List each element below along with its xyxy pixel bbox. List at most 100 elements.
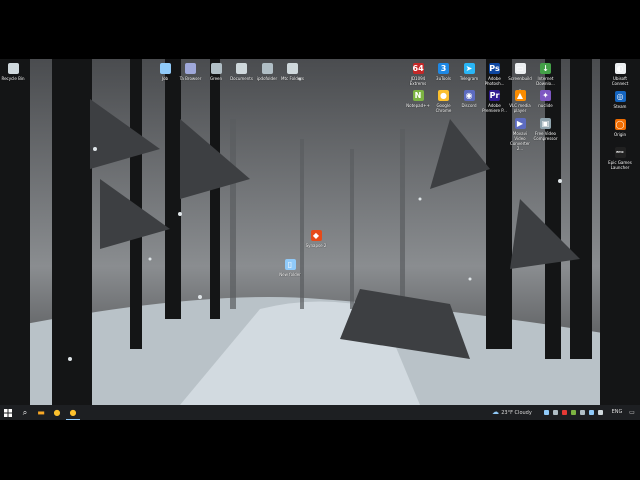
desktop-shortcut-internet-download[interactable]: ↓ Internet Downlo... (533, 63, 559, 86)
desktop-shortcut-chrome[interactable]: ● Google Chrome (431, 90, 457, 113)
desktop-shortcut-premiere[interactable]: Pr Adobe Premiere P... (482, 90, 508, 113)
shortcut-label: Adobe Photosh... (484, 76, 505, 86)
chrome-icon: ● (53, 408, 61, 417)
shortcut-label: Synapse 2 (305, 243, 327, 248)
movavi-icon: ▶ (514, 118, 526, 129)
desktop-shortcut-telegram[interactable]: ➤ Telegram (456, 63, 482, 81)
premiere-icon: Pr (489, 90, 500, 101)
tray-icon[interactable] (589, 410, 594, 415)
file-icon (185, 63, 196, 74)
shortcut-label: Documents (230, 76, 253, 81)
desktop-shortcut-recycle-bin[interactable]: Recycle Bin (0, 63, 26, 81)
tray-icon[interactable] (553, 410, 558, 415)
shortcut-label: JD1094 Extrems (409, 76, 427, 86)
telegram-icon: ➤ (463, 63, 475, 74)
shortcut-label: Recycle Bin (1, 76, 25, 81)
notifications-button[interactable]: ▭ (626, 405, 638, 420)
desktop-shortcut-photoshop[interactable]: Ps Adobe Photosh... (482, 63, 508, 86)
shortcut-label: nuclide (538, 103, 553, 108)
tray-icon[interactable] (598, 410, 603, 415)
desktop-shortcut-discord[interactable]: ◉ Discord (456, 90, 482, 108)
screen-icon: ▭ (514, 63, 526, 74)
language-indicator[interactable]: ENG (610, 405, 624, 420)
desktop-shortcut-file[interactable]: Green (203, 63, 229, 81)
taskbar-pinned-app[interactable]: ▬ (34, 405, 48, 420)
desktop-shortcut-file[interactable]: ipdofolder (254, 63, 280, 81)
desktop-shortcut-movavi[interactable]: ▶ Movavi Video Converter 2... (507, 118, 533, 151)
shortcut-label: Internet Downlo... (536, 76, 555, 86)
new-folder-icon: ▯ (284, 259, 296, 270)
steam-icon: ◎ (614, 91, 626, 102)
shortcut-label: Discord (461, 103, 477, 108)
weather-text: 23°F Cloudy (501, 410, 532, 416)
taskbar-pinned-app[interactable]: ● (50, 405, 64, 420)
vlc-icon: ▲ (514, 90, 526, 101)
ubisoft-icon: ◐ (614, 63, 626, 74)
shortcut-label: Screenbuild (508, 76, 532, 81)
desktop-shortcut-epic[interactable]: EPIC Epic Games Launcher (607, 147, 633, 170)
shortcut-label: VLC media player (509, 103, 531, 113)
tray-icon[interactable] (562, 410, 567, 415)
synapse-icon: ◆ (310, 230, 322, 241)
file-icon (261, 63, 273, 74)
search-icon: ⌕ (22, 408, 28, 417)
shortcut-label: Notepad++ (406, 103, 430, 108)
windows-start-button[interactable] (0, 405, 16, 420)
shortcut-label: 3uTools (436, 76, 451, 81)
desktop-shortcut-file[interactable]: Job (152, 63, 178, 81)
tray-icon[interactable] (571, 410, 576, 415)
file-icon (287, 63, 298, 74)
shortcut-label: Job (161, 76, 169, 81)
taskbar-pinned-app[interactable]: ● (66, 405, 80, 420)
desktop-shortcut-app-3u[interactable]: 3 3uTools (431, 63, 457, 81)
shortcut-label: Green (209, 76, 223, 81)
desktop-shortcut-file[interactable]: Ta Browser (178, 63, 204, 81)
epic-icon: EPIC (614, 147, 626, 158)
shortcut-label: Steam (613, 104, 627, 109)
desktop-shortcut-new-folder[interactable]: ▯ New folder (277, 259, 303, 277)
discord-icon: ◉ (463, 90, 475, 101)
windows-start-icon (4, 409, 12, 417)
desktop-shortcut-synapse[interactable]: ◆ Synapse 2 (303, 230, 329, 248)
tray-icon[interactable] (544, 410, 549, 415)
desktop-shortcut-file[interactable]: Documents (229, 63, 255, 81)
nuclide-icon: ✦ (540, 90, 551, 101)
shortcut-label: Google Chrome (435, 103, 452, 113)
desktop-shortcut-app-64[interactable]: 64 JD1094 Extrems (405, 63, 431, 86)
desktop-shortcut-notepad[interactable]: N Notepad++ (405, 90, 431, 108)
shortcut-label: Movavi Video Converter 2... (510, 131, 530, 151)
file-icon (210, 63, 222, 74)
search-button[interactable]: ⌕ (18, 405, 32, 420)
desktop-shortcut-steam[interactable]: ◎ Steam (607, 91, 633, 109)
letterbox-bottom (0, 420, 640, 480)
desktop-wallpaper[interactable]: Recycle Bin Job Ta Browser Green Documents ip… (0, 59, 640, 405)
notification-icon: ▭ (629, 409, 635, 416)
video-compressor-icon: ▣ (540, 118, 551, 129)
origin-icon: ◯ (614, 119, 626, 130)
shortcut-label: Telegram (459, 76, 479, 81)
shortcut-label: Ubisoft Connect (611, 76, 629, 86)
file-explorer-icon: ▬ (37, 408, 45, 417)
desktop-shortcut-screen[interactable]: ▭ Screenbuild (507, 63, 533, 81)
notepad-icon: N (412, 90, 424, 101)
shortcut-label: Epic Games Launcher (608, 160, 632, 170)
taskbar: ⌕ ▬ ● ● ☁ 23°F Cloudy ENG ▭ (0, 405, 640, 420)
shortcut-label: Adobe Premiere P... (482, 103, 507, 113)
desktop-shortcut-file[interactable]: Mtc Folders (280, 63, 306, 81)
weather-widget[interactable]: ☁ 23°F Cloudy (492, 405, 540, 420)
tray-icon[interactable] (580, 410, 585, 415)
desktop-shortcut-ubisoft[interactable]: ◐ Ubisoft Connect (607, 63, 633, 86)
shortcut-label: Mtc Folders (281, 76, 304, 81)
desktop-shortcut-vlc[interactable]: ▲ VLC media player (507, 90, 533, 113)
cloud-icon: ☁ (492, 408, 499, 416)
desktop-shortcut-origin[interactable]: ◯ Origin (607, 119, 633, 137)
desktop-shortcut-video-compressor[interactable]: ▣ Free Video Compressor (533, 118, 559, 141)
app-64-icon: 64 (412, 63, 424, 74)
shortcut-label: New folder (279, 272, 301, 277)
desktop-shortcut-nuclide[interactable]: ✦ nuclide (533, 90, 559, 108)
shortcut-label: Origin (613, 132, 627, 137)
shortcut-label: Ta Browser (179, 76, 202, 81)
screen: Recycle Bin Job Ta Browser Green Documents ip… (0, 0, 640, 480)
chrome-icon: ● (69, 408, 77, 417)
chrome-icon: ● (438, 90, 449, 101)
